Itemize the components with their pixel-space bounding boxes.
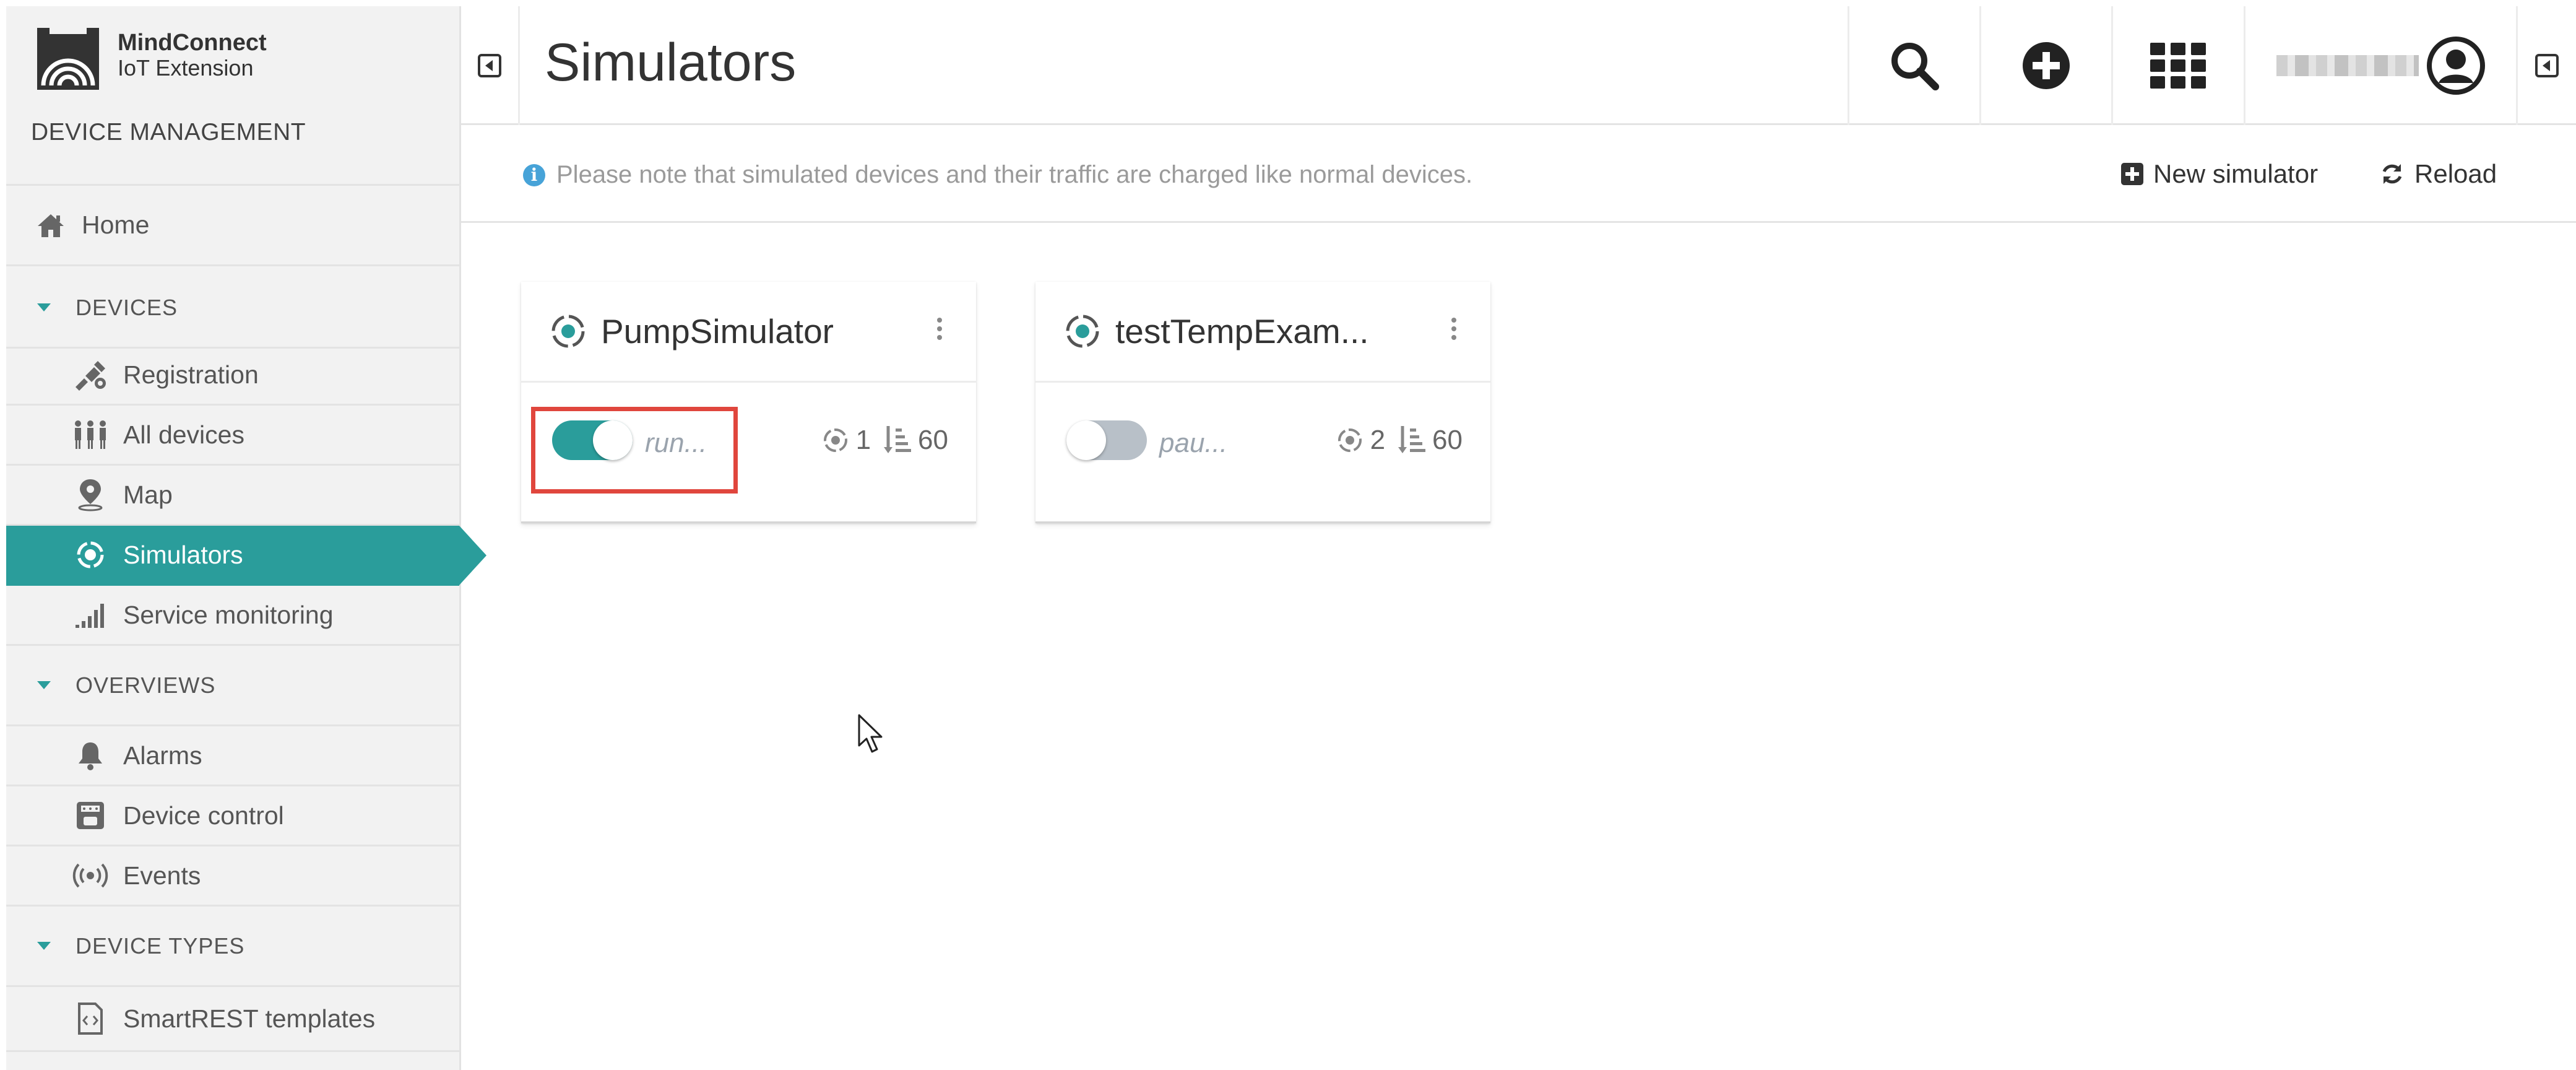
brand-header: MindConnect IoT Extension DEVICE MANAGEM… xyxy=(6,6,461,186)
search-icon xyxy=(1891,43,1939,90)
new-simulator-button[interactable]: New simulator xyxy=(2121,159,2318,189)
caret-down-icon xyxy=(37,681,51,689)
section-label: DEVICES xyxy=(76,294,178,320)
sidebar-item-label: Service monitoring xyxy=(123,600,334,629)
sidebar-item-label: Map xyxy=(123,480,173,509)
note-text: Please note that simulated devices and t… xyxy=(556,161,1473,188)
sidebar-item-device-control[interactable]: Device control xyxy=(6,786,459,846)
highlight-annotation-box xyxy=(531,407,738,494)
caret-down-icon xyxy=(37,942,51,950)
instances-count: 2 xyxy=(1370,425,1386,455)
new-simulator-label: New simulator xyxy=(2153,159,2319,188)
mouse-cursor-icon xyxy=(858,714,883,753)
sidebar-item-label: Device control xyxy=(123,801,284,830)
sidebar-section-device-types[interactable]: DEVICE TYPES xyxy=(6,907,459,987)
sidebar-item-map[interactable]: Map xyxy=(6,466,459,526)
simulator-run-toggle[interactable] xyxy=(1066,420,1147,460)
card-more-menu-icon[interactable] xyxy=(937,318,942,340)
instances-icon xyxy=(821,426,850,455)
section-label: OVERVIEWS xyxy=(76,672,216,698)
billing-note: i Please note that simulated devices and… xyxy=(523,161,1472,189)
device-control-icon xyxy=(71,797,110,834)
instances-count: 1 xyxy=(855,425,871,455)
simulator-card: testTempExam... pau... 2 60 xyxy=(1035,282,1490,523)
plus-square-icon xyxy=(2121,163,2143,185)
sidebar-item-service-monitoring[interactable]: Service monitoring xyxy=(6,586,459,646)
brand-subtitle: IoT Extension xyxy=(118,55,254,80)
collapse-left-icon xyxy=(2535,54,2559,77)
card-more-menu-icon[interactable] xyxy=(1451,318,1456,340)
sidebar-item-home[interactable]: Home xyxy=(6,186,459,266)
user-menu[interactable] xyxy=(2244,6,2516,125)
collapse-right-panel-button[interactable] xyxy=(2516,6,2576,125)
sidebar-item-label: Simulators xyxy=(123,540,243,569)
steps-count: 60 xyxy=(918,425,948,455)
sidebar-item-label: All devices xyxy=(123,420,244,449)
simulator-icon xyxy=(71,536,110,573)
sidebar-section-devices[interactable]: DEVICES xyxy=(6,268,459,349)
collapse-sidebar-button[interactable] xyxy=(461,6,520,125)
simulator-name[interactable]: testTempExam... xyxy=(1115,311,1369,351)
all-devices-icon xyxy=(71,416,110,453)
simulator-stats: 2 60 xyxy=(1336,425,1463,456)
user-name-redacted xyxy=(2276,55,2419,76)
signal-bars-icon xyxy=(71,596,110,633)
sidebar-item-events[interactable]: Events xyxy=(6,846,459,907)
app-switcher-button[interactable] xyxy=(2111,6,2243,125)
template-file-icon xyxy=(71,1000,110,1037)
sidebar-item-smartrest-templates[interactable]: SmartREST templates xyxy=(6,987,459,1052)
sidebar-item-label: Home xyxy=(82,211,150,239)
add-circle-icon xyxy=(2023,42,2070,89)
sidebar-section-overviews[interactable]: OVERVIEWS xyxy=(6,646,459,726)
user-avatar-icon xyxy=(2427,37,2485,95)
reload-label: Reload xyxy=(2414,159,2497,188)
sidebar-item-simulators[interactable]: Simulators xyxy=(6,526,486,586)
broadcast-icon xyxy=(71,857,110,894)
card-body: pau... 2 60 xyxy=(1035,385,1490,521)
sidebar-item-all-devices[interactable]: All devices xyxy=(6,406,459,466)
brand-name: MindConnect xyxy=(118,30,267,56)
reload-button[interactable]: Reload xyxy=(2380,159,2497,189)
sidebar-item-label: Registration xyxy=(123,360,259,389)
card-header: PumpSimulator xyxy=(521,282,976,383)
sidebar-item-registration[interactable]: Registration xyxy=(6,346,459,406)
sidebar-item-alarms[interactable]: Alarms xyxy=(6,726,459,786)
card-header: testTempExam... xyxy=(1035,282,1490,383)
map-pin-icon xyxy=(71,476,110,513)
top-header: Simulators xyxy=(461,6,2576,125)
app-grid-icon xyxy=(2150,43,2206,89)
refresh-icon xyxy=(2380,162,2405,186)
app-section-title: DEVICE MANAGEMENT xyxy=(31,119,306,146)
sort-steps-icon xyxy=(883,425,912,456)
page-title: Simulators xyxy=(545,33,797,92)
instances-icon xyxy=(1336,426,1364,455)
section-label: DEVICE TYPES xyxy=(76,933,245,959)
sidebar-item-label: Events xyxy=(123,861,201,890)
simulator-name[interactable]: PumpSimulator xyxy=(601,311,834,351)
caret-down-icon xyxy=(37,303,51,311)
home-icon xyxy=(32,207,69,244)
collapse-left-icon xyxy=(478,54,501,77)
simulator-status: pau... xyxy=(1159,428,1228,458)
simulator-icon xyxy=(551,315,585,348)
mindconnect-logo-icon xyxy=(37,28,99,90)
simulator-stats: 1 60 xyxy=(821,425,948,456)
sidebar-item-label: Alarms xyxy=(123,741,202,770)
simulator-icon xyxy=(1066,315,1099,348)
bell-icon xyxy=(71,737,110,774)
sidebar: MindConnect IoT Extension DEVICE MANAGEM… xyxy=(6,6,486,1070)
toggle-knob xyxy=(1066,420,1106,460)
info-icon: i xyxy=(523,163,545,186)
action-bar: i Please note that simulated devices and… xyxy=(461,127,2576,223)
registration-icon xyxy=(71,356,110,393)
add-button[interactable] xyxy=(1979,6,2111,125)
sort-steps-icon xyxy=(1398,425,1426,456)
sidebar-item-label: SmartREST templates xyxy=(123,1004,376,1033)
search-button[interactable] xyxy=(1848,6,1979,125)
steps-count: 60 xyxy=(1432,425,1463,455)
